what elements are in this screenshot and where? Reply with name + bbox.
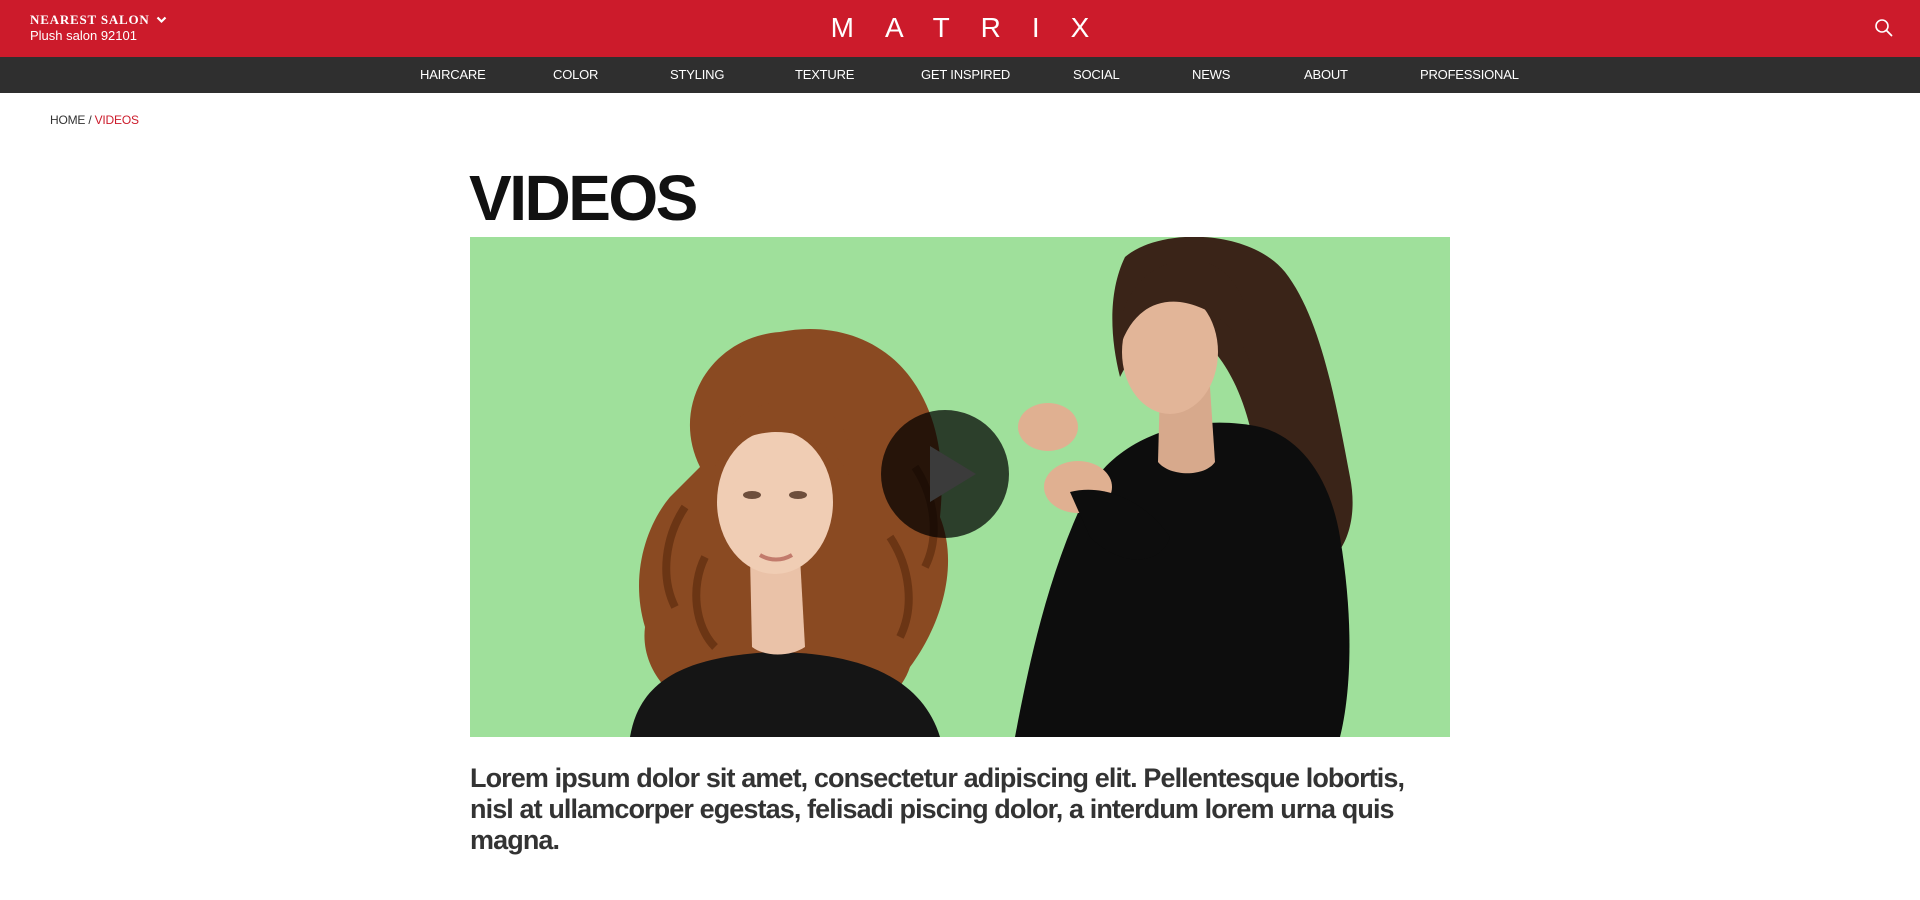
matrix-logo[interactable]: MATRIX — [831, 11, 1121, 45]
logo-wrapper: MATRIX — [0, 11, 1920, 45]
play-button[interactable] — [881, 410, 1009, 538]
video-player[interactable] — [470, 237, 1450, 737]
breadcrumb: HOME / VIDEOS — [50, 113, 139, 127]
nav-item-texture[interactable]: TEXTURE — [795, 57, 854, 93]
nav-item-haircare[interactable]: HAIRCARE — [420, 57, 486, 93]
nav-item-color[interactable]: COLOR — [553, 57, 598, 93]
main-nav: HAIRCARE COLOR STYLING TEXTURE GET INSPI… — [0, 57, 1920, 93]
nav-item-get-inspired[interactable]: GET INSPIRED — [921, 57, 1010, 93]
nav-item-professional[interactable]: PROFESSIONAL — [1420, 57, 1519, 93]
breadcrumb-home-link[interactable]: HOME — [50, 113, 85, 127]
page-title: VIDEOS — [469, 162, 698, 234]
breadcrumb-separator: / — [85, 113, 95, 127]
nav-item-news[interactable]: NEWS — [1192, 57, 1230, 93]
breadcrumb-current: VIDEOS — [94, 113, 139, 127]
video-description: Lorem ipsum dolor sit amet, consectetur … — [470, 763, 1405, 855]
nav-item-about[interactable]: ABOUT — [1304, 57, 1348, 93]
play-icon — [881, 410, 1009, 538]
top-header: NEAREST SALON Plush salon 92101 MATRIX — [0, 0, 1920, 57]
nav-item-social[interactable]: SOCIAL — [1073, 57, 1120, 93]
search-button[interactable] — [1874, 18, 1894, 38]
nav-item-styling[interactable]: STYLING — [670, 57, 724, 93]
search-icon — [1874, 18, 1894, 38]
